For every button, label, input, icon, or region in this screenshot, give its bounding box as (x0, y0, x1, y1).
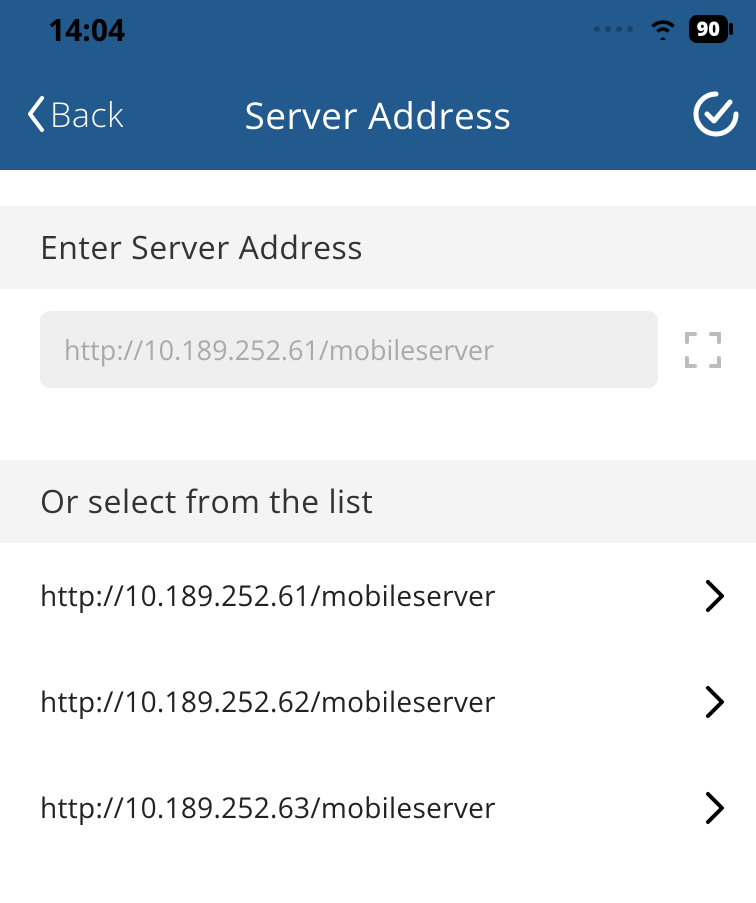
battery-icon: 90 (689, 15, 728, 43)
server-url: http://10.189.252.63/mobileserver (40, 789, 496, 827)
back-label: Back (50, 91, 124, 137)
server-list-item[interactable]: http://10.189.252.62/mobileserver (0, 649, 756, 755)
server-url: http://10.189.252.61/mobileserver (40, 577, 496, 615)
server-list-item[interactable]: http://10.189.252.61/mobileserver (0, 543, 756, 649)
server-address-input[interactable] (40, 311, 658, 388)
confirm-button[interactable] (692, 90, 740, 138)
qr-scan-button[interactable] (680, 327, 726, 373)
content: Enter Server Address Or select from the … (0, 170, 756, 861)
server-input-row (0, 289, 756, 410)
page-title: Server Address (244, 89, 511, 140)
server-list-item[interactable]: http://10.189.252.63/mobileserver (0, 755, 756, 861)
cell-signal-icon (594, 26, 633, 32)
wifi-icon (649, 18, 677, 40)
status-indicators: 90 (594, 15, 728, 43)
select-list-header: Or select from the list (0, 460, 756, 543)
scan-icon (683, 330, 723, 370)
chevron-right-icon (704, 578, 726, 614)
chevron-right-icon (704, 684, 726, 720)
nav-bar: Back Server Address (0, 58, 756, 170)
enter-address-header: Enter Server Address (0, 206, 756, 289)
status-bar: 14:04 90 (0, 0, 756, 58)
back-button[interactable]: Back (24, 91, 124, 137)
server-url: http://10.189.252.62/mobileserver (40, 683, 496, 721)
chevron-right-icon (704, 790, 726, 826)
status-time: 14:04 (48, 9, 125, 50)
chevron-left-icon (24, 94, 48, 134)
